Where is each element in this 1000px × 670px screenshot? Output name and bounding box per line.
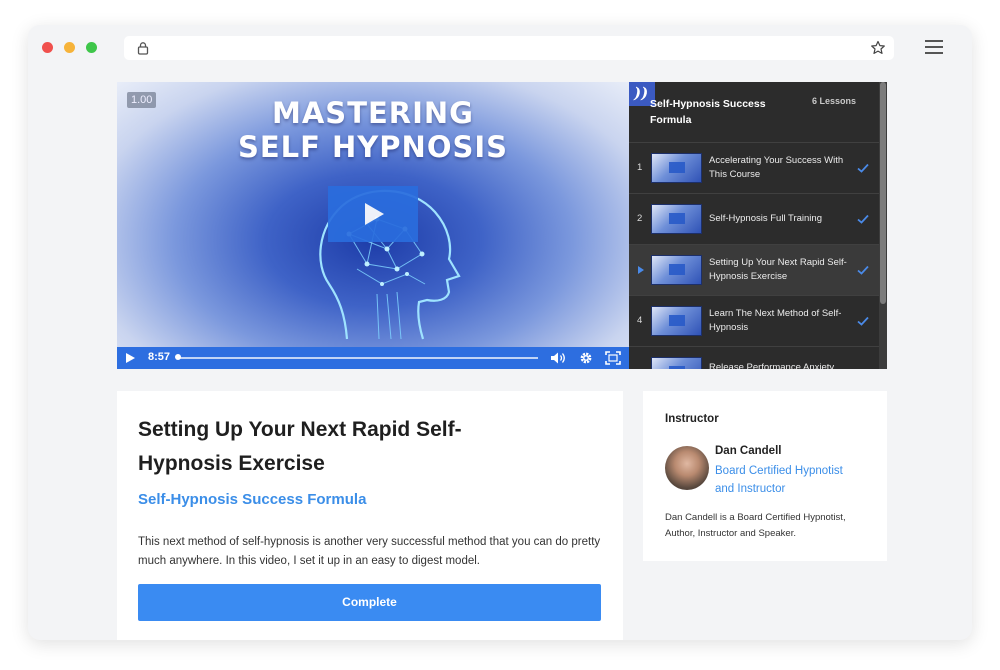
settings-gear-icon[interactable] — [579, 351, 593, 365]
maximize-window-button[interactable] — [86, 42, 97, 53]
lesson-item[interactable]: 4 Learn The Next Method of Self-Hypnosis — [629, 295, 879, 346]
video-control-bar: 8:57 — [117, 347, 629, 369]
minimize-window-button[interactable] — [64, 42, 75, 53]
lesson-title: Accelerating Your Success With This Cour… — [709, 155, 844, 180]
video-time: 8:57 — [148, 351, 171, 363]
progress-track[interactable] — [178, 357, 538, 359]
lesson-number: 1 — [637, 162, 643, 173]
lesson-title: Self-Hypnosis Full Training — [709, 213, 822, 224]
instructor-heading: Instructor — [665, 413, 719, 425]
lesson-number: 2 — [637, 213, 643, 224]
lesson-item[interactable]: 2 Self-Hypnosis Full Training — [629, 193, 879, 244]
big-play-button[interactable] — [328, 186, 418, 242]
instructor-bio: Dan Candell is a Board Certified Hypnoti… — [665, 512, 846, 539]
bookmark-star-icon[interactable] — [870, 40, 886, 56]
lesson-playlist: )) Self-Hypnosis Success Formula 6 Lesso… — [629, 82, 887, 369]
lesson-thumbnail — [651, 204, 702, 234]
video-player[interactable]: 1.00 MASTERING SELF HYPNOSIS 8:57 — [117, 82, 629, 369]
hamburger-menu-icon[interactable] — [925, 40, 943, 54]
playlist-scrollbar[interactable] — [879, 82, 887, 369]
fullscreen-icon[interactable] — [605, 351, 621, 365]
lesson-title: Release Performance Anxiety FAST — [709, 362, 835, 369]
course-link[interactable]: Self-Hypnosis Success Formula — [138, 491, 366, 508]
checkmark-icon — [857, 265, 869, 275]
avatar — [665, 446, 709, 490]
lesson-thumbnail — [651, 153, 702, 183]
address-bar[interactable] — [124, 36, 894, 60]
checkmark-icon — [857, 163, 869, 173]
scrollbar-thumb[interactable] — [880, 82, 886, 304]
play-icon — [365, 203, 384, 225]
lesson-number: 4 — [637, 315, 643, 326]
instructor-role-link[interactable]: Board Certified Hypnotist and Instructor — [715, 462, 865, 498]
volume-icon[interactable] — [550, 351, 566, 365]
play-icon[interactable] — [126, 353, 135, 363]
lesson-title: Setting Up Your Next Rapid Self-Hypnosis… — [709, 257, 847, 282]
lock-icon — [137, 42, 149, 55]
progress-knob[interactable] — [175, 354, 181, 360]
video-title-line2: SELF HYPNOSIS — [237, 130, 509, 164]
browser-window: 1.00 MASTERING SELF HYPNOSIS 8:57)) Sel… — [28, 25, 972, 640]
lesson-thumbnail — [651, 255, 702, 285]
instructor-card: Instructor Dan Candell Board Certified H… — [643, 391, 887, 561]
page-title: Setting Up Your Next Rapid Self-Hypnosis… — [138, 418, 462, 475]
lesson-thumbnail — [651, 306, 702, 336]
lesson-thumbnail — [651, 357, 702, 369]
browser-chrome — [28, 25, 972, 69]
instructor-name: Dan Candell — [715, 445, 782, 457]
checkmark-icon — [857, 214, 869, 224]
complete-button[interactable]: Complete — [138, 584, 601, 621]
lesson-title: Learn The Next Method of Self-Hypnosis — [709, 308, 842, 333]
video-title-line1: MASTERING — [272, 96, 474, 130]
lesson-item-active[interactable]: Setting Up Your Next Rapid Self-Hypnosis… — [629, 244, 879, 295]
lesson-details-card: Setting Up Your Next Rapid Self-Hypnosis… — [117, 391, 623, 640]
checkmark-icon — [857, 316, 869, 326]
lesson-description: This next method of self-hypnosis is ano… — [138, 536, 601, 567]
playlist-course-title: Self-Hypnosis Success Formula — [650, 98, 766, 126]
now-playing-arrow-icon — [638, 266, 644, 274]
lesson-item[interactable]: Release Performance Anxiety FAST — [629, 346, 879, 369]
lesson-count: 6 Lessons — [812, 96, 857, 106]
close-window-button[interactable] — [42, 42, 53, 53]
lesson-item[interactable]: 1 Accelerating Your Success With This Co… — [629, 142, 879, 193]
